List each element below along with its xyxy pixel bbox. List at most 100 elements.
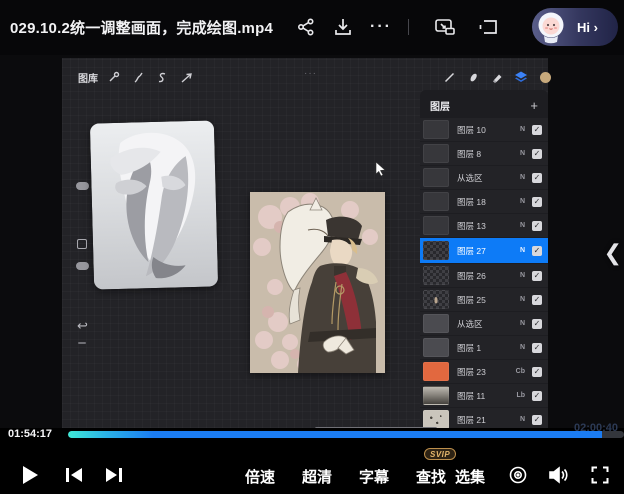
play-button[interactable] (16, 462, 44, 488)
gallery-button[interactable]: 图库 (78, 70, 98, 85)
adjustments-wand-icon[interactable] (129, 68, 147, 86)
episodes-button[interactable]: 选集 (455, 466, 485, 487)
layer-row[interactable]: 从选区N✓ (420, 166, 548, 189)
layer-visibility-checkbox[interactable]: ✓ (532, 319, 542, 329)
layer-blend-mode-button[interactable]: N (520, 344, 525, 351)
layer-visibility-checkbox[interactable]: ✓ (532, 343, 542, 353)
layer-name-label: 图层 23 (457, 366, 516, 378)
layer-blend-mode-button[interactable]: N (520, 198, 525, 205)
progress-bar[interactable] (68, 431, 624, 438)
download-icon[interactable] (330, 14, 356, 40)
layer-row[interactable]: 图层 13N✓ (420, 214, 548, 237)
layer-thumbnail[interactable] (423, 144, 449, 163)
subtitle-button[interactable]: 字幕 (359, 466, 389, 487)
layer-blend-mode-button[interactable]: Cb (516, 368, 525, 375)
opacity-slider[interactable] (76, 262, 89, 270)
svip-badge[interactable]: SVIP (424, 448, 456, 460)
layer-blend-mode-button[interactable]: N (520, 272, 525, 279)
procreate-screen: 图库 (62, 58, 548, 428)
layer-row[interactable]: 图层 18N✓ (420, 190, 548, 213)
smudge-tool-icon[interactable] (464, 68, 482, 86)
actions-wrench-icon[interactable] (104, 68, 122, 86)
layer-row[interactable]: 图层 11Lb✓ (420, 384, 548, 407)
layer-blend-mode-button[interactable]: N (520, 126, 525, 133)
layer-thumbnail[interactable] (423, 386, 449, 405)
layer-thumbnail[interactable] (423, 290, 449, 309)
layer-row[interactable]: 图层 23Cb ✓ (420, 360, 548, 383)
layer-row[interactable]: 从选区N✓ (420, 312, 548, 335)
layer-blend-mode-button[interactable]: N (520, 296, 525, 303)
layer-thumbnail[interactable] (423, 338, 449, 357)
layer-blend-mode-button[interactable]: N (520, 416, 525, 423)
layer-thumbnail[interactable] (423, 216, 449, 235)
layer-blend-mode-button[interactable]: N (520, 150, 525, 157)
picture-in-picture-icon[interactable] (432, 14, 458, 40)
assistant-avatar-button[interactable]: Hi › (532, 8, 618, 46)
layer-blend-mode-button[interactable]: Lb (516, 392, 525, 399)
modify-button[interactable] (77, 239, 87, 249)
record-screen-icon[interactable] (504, 462, 532, 488)
volume-icon[interactable] (544, 462, 572, 488)
layer-visibility-checkbox[interactable]: ✓ (532, 149, 542, 159)
layer-thumbnail[interactable] (423, 120, 449, 139)
share-icon[interactable] (293, 14, 319, 40)
quality-button[interactable]: 超清 (302, 466, 332, 487)
brush-tool-icon[interactable] (440, 68, 458, 86)
layer-blend-mode-button[interactable]: N (520, 222, 525, 229)
layer-row[interactable]: 图层 27N ✓ (420, 238, 548, 263)
layer-name-label: 图层 27 (457, 245, 520, 257)
playback-speed-button[interactable]: 倍速 (245, 466, 275, 487)
layer-thumbnail[interactable] (423, 266, 449, 285)
redo-tick[interactable] (78, 342, 86, 344)
layer-visibility-checkbox[interactable]: ✓ (532, 221, 542, 231)
layer-thumbnail[interactable] (423, 410, 449, 428)
undo-icon[interactable]: ↩ (77, 318, 88, 334)
layer-visibility-checkbox[interactable]: ✓ (532, 367, 542, 377)
layer-visibility-checkbox[interactable]: ✓ (532, 246, 542, 256)
add-layer-button[interactable]: + (530, 101, 538, 111)
layer-visibility-checkbox[interactable]: ✓ (532, 197, 542, 207)
layer-row[interactable]: 图层 26N✓ (420, 264, 548, 287)
reference-photo-horse (90, 120, 218, 289)
layers-list: 图层 10N✓图层 8N✓从选区N✓图层 18N✓图层 13N✓图层 27N✓图… (420, 118, 548, 428)
layer-thumbnail[interactable] (423, 168, 449, 187)
layer-blend-mode-button[interactable]: N (520, 247, 525, 254)
fullscreen-icon[interactable] (586, 462, 614, 488)
layer-blend-mode-button[interactable]: N (520, 320, 525, 327)
layer-blend-mode-button[interactable]: N (520, 174, 525, 181)
layers-panel-icon[interactable] (512, 68, 530, 86)
layer-name-label: 图层 8 (457, 148, 520, 160)
layer-thumbnail[interactable] (423, 192, 449, 211)
side-panel-expand-chevron[interactable]: ❮ (604, 240, 622, 266)
next-episode-button[interactable] (100, 462, 128, 488)
mascot-avatar-icon (534, 9, 570, 45)
find-button[interactable]: 查找 (416, 466, 446, 487)
layer-name-label: 图层 25 (457, 294, 520, 306)
transform-arrow-icon[interactable] (177, 68, 195, 86)
video-frame[interactable]: 图库 (0, 55, 624, 428)
eraser-tool-icon[interactable] (488, 68, 506, 86)
more-icon[interactable]: ··· (368, 14, 394, 40)
brush-size-slider[interactable] (76, 182, 89, 190)
artwork-painting (250, 192, 385, 373)
video-player-window: 029.10.2统一调整画面，完成绘图.mp4 ··· (0, 0, 624, 494)
layer-visibility-checkbox[interactable]: ✓ (532, 125, 542, 135)
layer-visibility-checkbox[interactable]: ✓ (532, 391, 542, 401)
canvas-options-dots: ··· (304, 68, 317, 79)
layer-visibility-checkbox[interactable]: ✓ (532, 173, 542, 183)
theater-mode-icon[interactable] (476, 14, 502, 40)
layer-thumbnail[interactable] (423, 241, 449, 260)
layer-row[interactable]: 图层 1N✓ (420, 336, 548, 359)
layer-row[interactable]: 图层 25N ✓ (420, 288, 548, 311)
layer-visibility-checkbox[interactable]: ✓ (532, 415, 542, 425)
layer-thumbnail[interactable] (423, 314, 449, 333)
previous-episode-button[interactable] (60, 462, 88, 488)
selection-tool-icon[interactable] (153, 68, 171, 86)
layer-thumbnail[interactable] (423, 362, 449, 381)
layer-row[interactable]: 图层 10N✓ (420, 118, 548, 141)
layer-row[interactable]: 图层 8N ✓ (420, 142, 548, 165)
layer-row[interactable]: 图层 21N✓ (420, 408, 548, 428)
color-swatch-icon[interactable] (536, 68, 554, 86)
layer-visibility-checkbox[interactable]: ✓ (532, 271, 542, 281)
layer-visibility-checkbox[interactable]: ✓ (532, 295, 542, 305)
